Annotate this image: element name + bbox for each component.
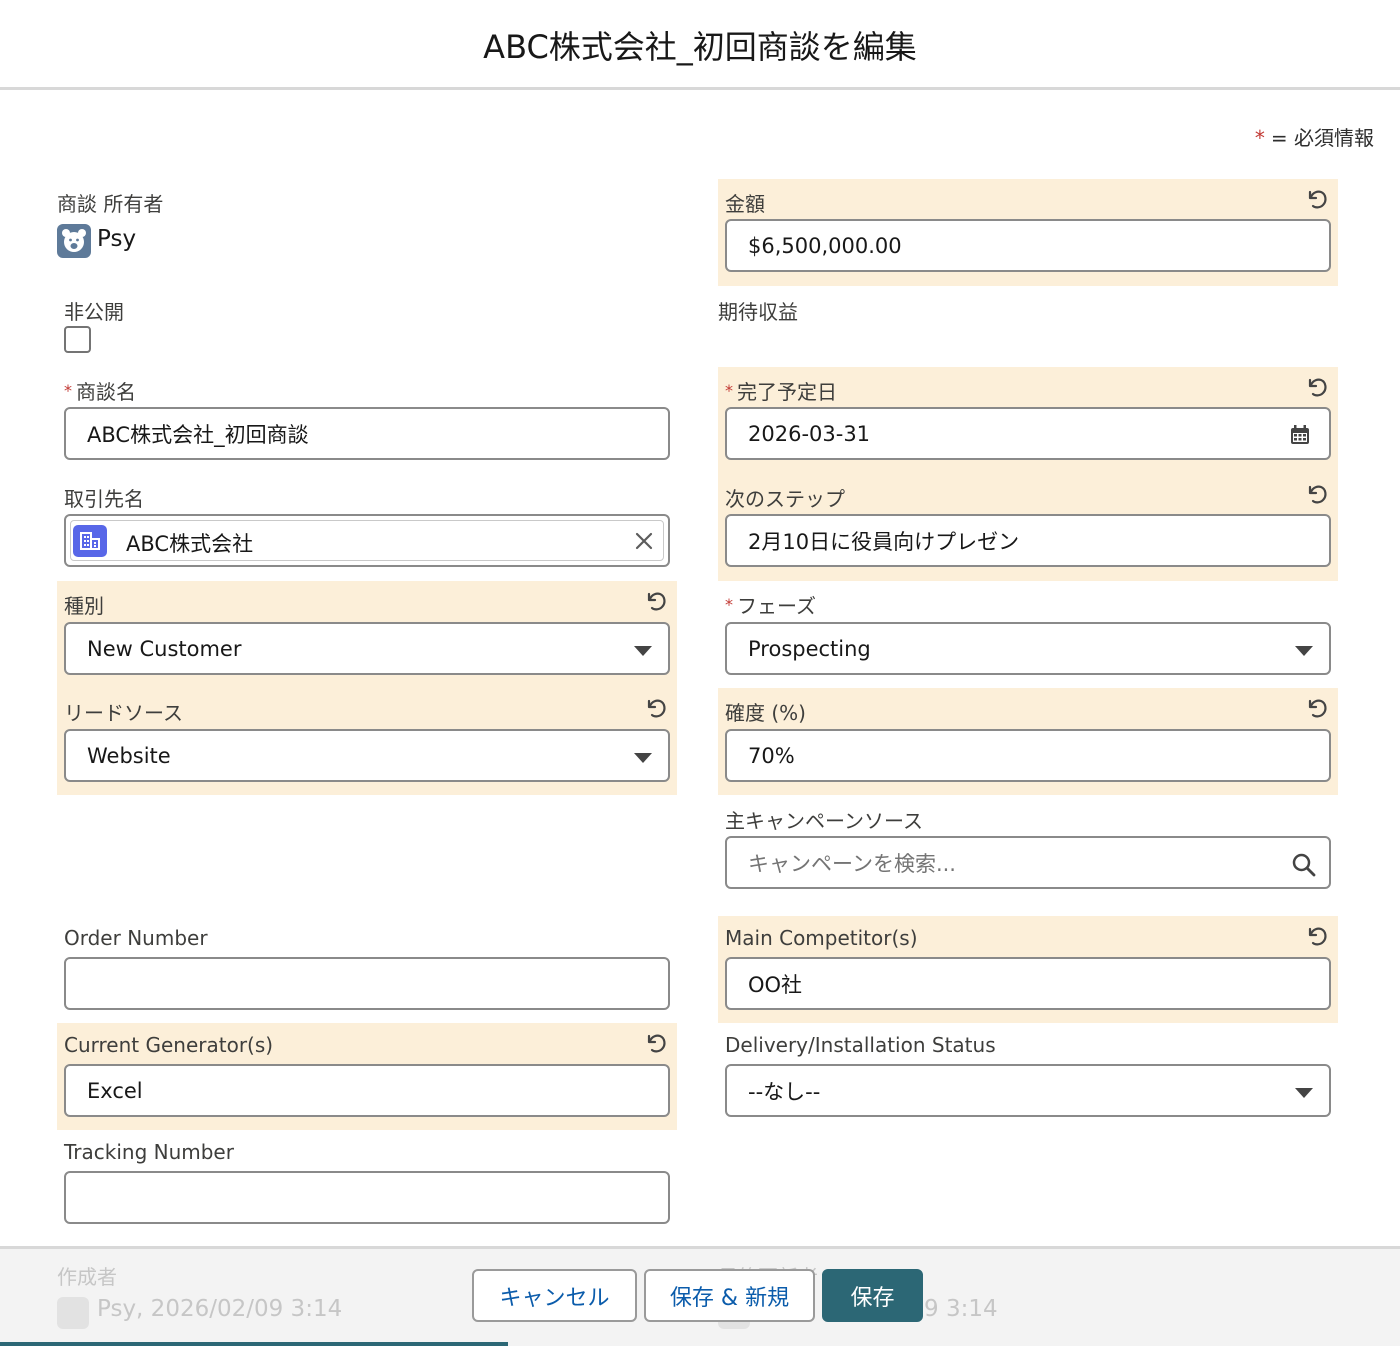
created-by-label: 作成者 [57,1265,117,1289]
type-select-value: New Customer [87,636,242,661]
chevron-down-icon [1295,646,1313,656]
modified-by-value: 9 3:14 [924,1296,998,1322]
order-number-label: Order Number [64,926,208,950]
account-building-icon [73,525,107,557]
current-generators-input[interactable]: Excel [64,1064,670,1117]
modal-title: ABC株式会社_初回商談を編集 [483,28,917,66]
main-competitors-label: Main Competitor(s) [725,926,918,950]
next-step-label: 次のステップ [725,487,845,511]
opportunity-name-input[interactable]: ABC株式会社_初回商談 [64,407,670,460]
tracking-number-label: Tracking Number [64,1140,234,1164]
primary-campaign-label: 主キャンペーンソース [725,809,923,833]
undo-icon[interactable] [644,588,670,614]
tracking-number-input[interactable] [64,1171,670,1224]
lead-source-label: リードソース [64,701,183,725]
account-name-label: 取引先名 [64,487,144,511]
calendar-icon[interactable] [1289,424,1311,446]
required-legend: * = 必須情報 [1255,122,1374,151]
opportunity-name-label-text: 商談名 [76,380,136,404]
close-date-label: * 完了予定日 [725,376,837,405]
expected-revenue-label: 期待収益 [718,300,798,324]
next-step-input[interactable]: 2月10日に役員向けプレゼン [725,514,1331,567]
required-star: * [725,595,733,614]
cancel-button[interactable]: キャンセル [472,1269,637,1322]
type-label: 種別 [64,594,104,618]
search-icon[interactable] [1291,852,1317,878]
order-number-input[interactable] [64,957,670,1010]
stage-select[interactable]: Prospecting [725,622,1331,675]
private-label: 非公開 [64,300,124,324]
delivery-status-select[interactable]: --なし-- [725,1064,1331,1117]
lead-source-select[interactable]: Website [64,729,670,782]
close-date-value: 2026-03-31 [748,421,871,446]
chevron-down-icon [634,753,652,763]
undo-icon[interactable] [1305,374,1331,400]
required-star: * [64,381,72,400]
required-legend-text: = 必須情報 [1270,126,1374,150]
current-generators-label: Current Generator(s) [64,1033,274,1057]
bear-avatar-icon [57,1297,89,1329]
stage-label: * フェーズ [725,590,816,619]
created-by-value: Psy, 2026/02/09 3:14 [97,1296,343,1322]
campaign-search-placeholder: キャンペーンを検索... [748,851,956,876]
probability-input[interactable]: 70% [725,729,1331,782]
private-checkbox[interactable] [64,326,91,353]
modal-header: ABC株式会社_初回商談を編集 [0,0,1400,90]
scroll-progress-bar [0,1342,508,1346]
close-date-label-text: 完了予定日 [737,380,837,404]
lead-source-select-value: Website [87,743,171,768]
undo-icon[interactable] [644,1030,670,1056]
undo-icon[interactable] [1305,695,1331,721]
close-date-input[interactable]: 2026-03-31 [725,407,1331,460]
save-and-new-button[interactable]: 保存 & 新規 [644,1269,815,1322]
main-competitors-input[interactable]: OO社 [725,957,1331,1010]
required-star: * [725,381,733,400]
save-button[interactable]: 保存 [822,1269,923,1322]
undo-icon[interactable] [1305,186,1331,212]
stage-label-text: フェーズ [737,594,816,618]
chevron-down-icon [634,646,652,656]
chevron-down-icon [1295,1088,1313,1098]
stage-select-value: Prospecting [748,636,871,661]
delivery-status-label: Delivery/Installation Status [725,1033,996,1057]
probability-label: 確度 (%) [725,701,806,725]
type-select[interactable]: New Customer [64,622,670,675]
bear-avatar-icon [57,224,91,258]
account-name-value: ABC株式会社 [126,532,254,556]
undo-icon[interactable] [1305,481,1331,507]
opportunity-name-label: * 商談名 [64,376,136,405]
clear-selection-icon[interactable] [634,531,654,551]
required-star: * [1254,126,1265,150]
undo-icon[interactable] [1305,923,1331,949]
delivery-status-select-value: --なし-- [748,1079,821,1104]
account-name-lookup[interactable]: ABC株式会社 [64,514,670,567]
campaign-search-input[interactable]: キャンペーンを検索... [725,836,1331,889]
amount-label: 金額 [725,192,765,216]
owner-label: 商談 所有者 [57,192,164,216]
owner-name[interactable]: Psy [97,226,136,252]
undo-icon[interactable] [644,695,670,721]
amount-input[interactable]: $6,500,000.00 [725,219,1331,272]
